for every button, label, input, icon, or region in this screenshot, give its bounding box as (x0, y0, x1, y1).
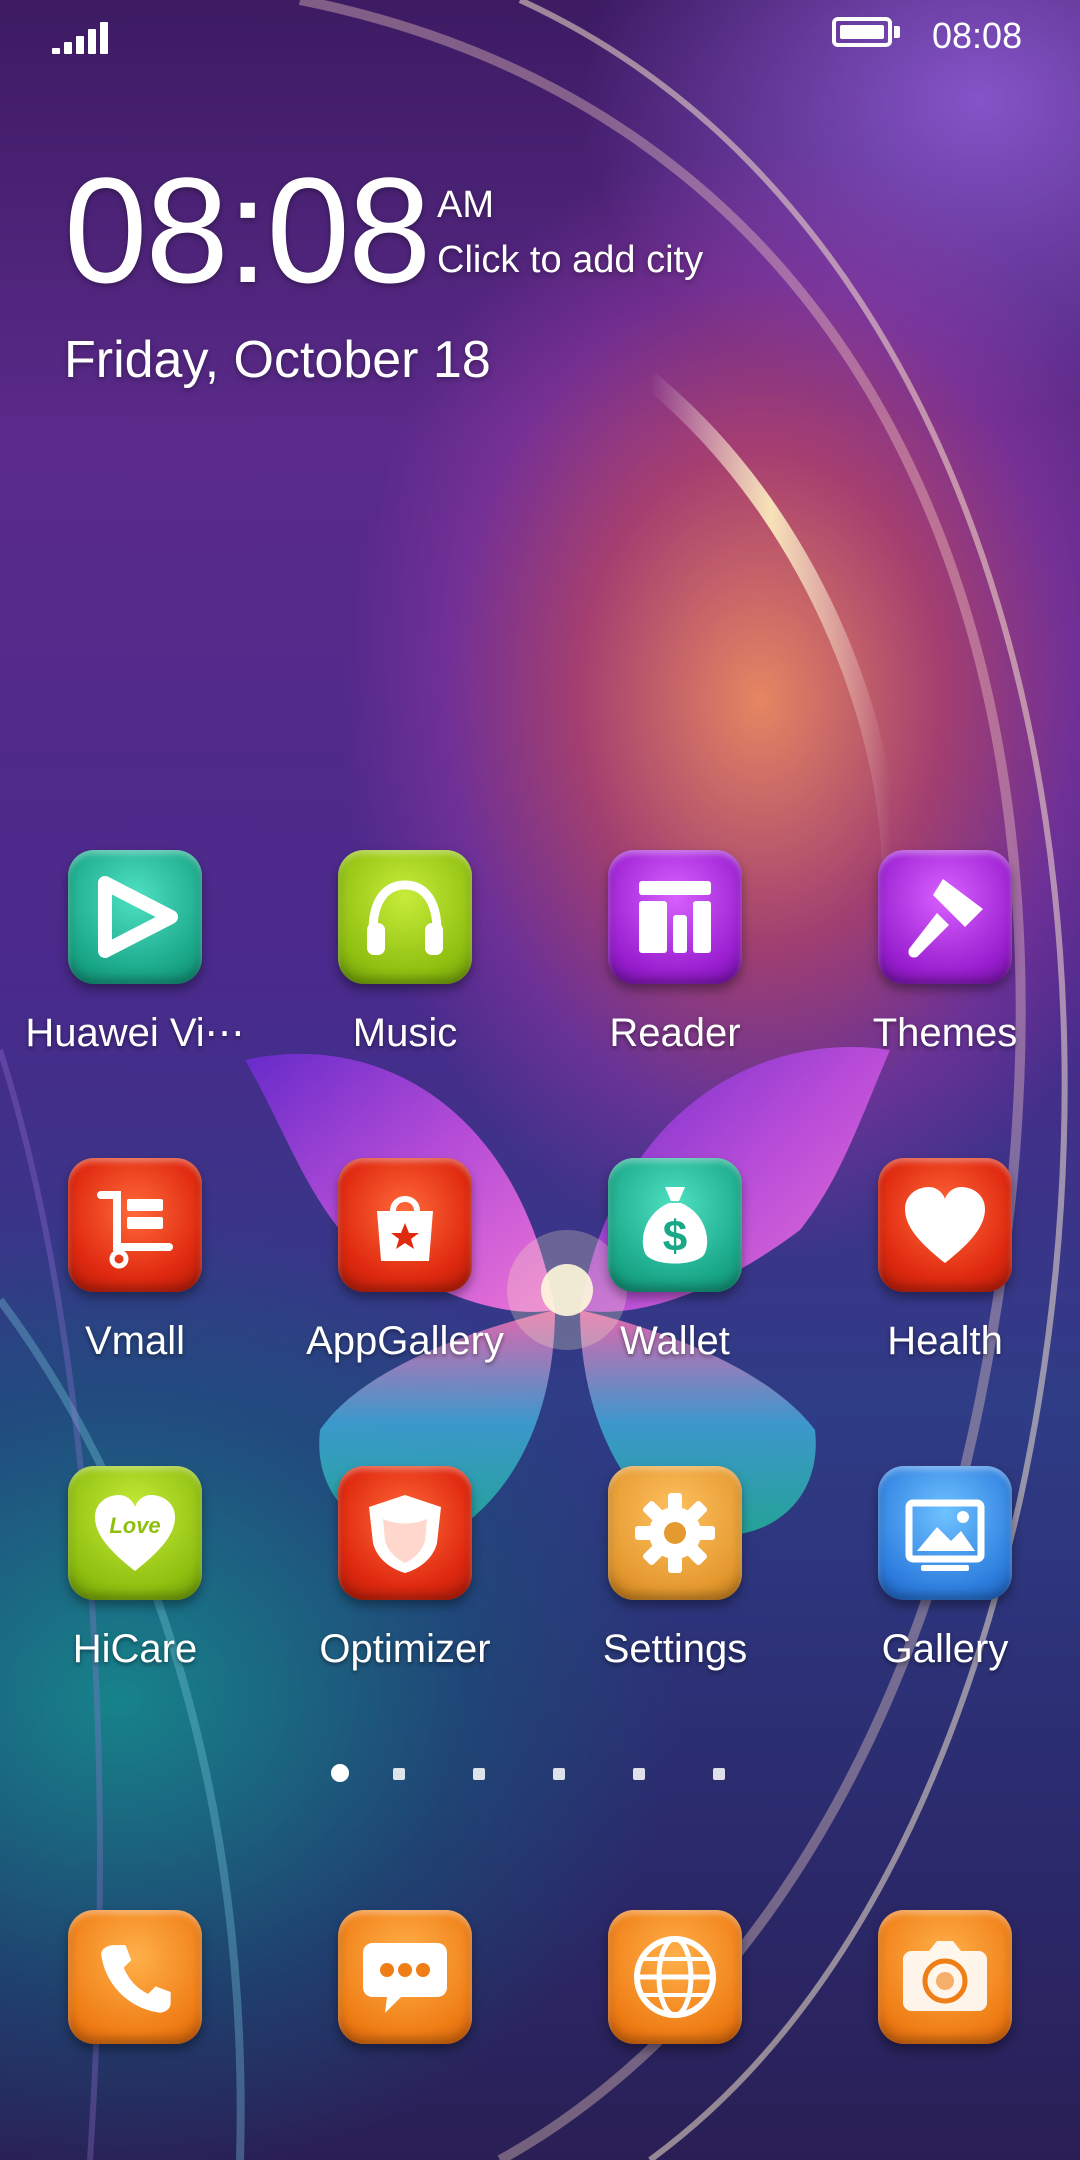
app-huawei-video[interactable]: Huawei Vi⋯ (0, 850, 270, 1090)
app-reader[interactable]: Reader (540, 850, 810, 1090)
camera-icon (878, 1910, 1012, 2044)
dock-messages[interactable] (270, 1910, 540, 2050)
money-bag-icon: $ (608, 1158, 742, 1292)
clock-time[interactable]: 08:08 (64, 150, 431, 310)
page-dot[interactable] (393, 1768, 405, 1780)
app-gallery[interactable]: Gallery (810, 1466, 1080, 1706)
app-label: Reader (609, 1011, 741, 1055)
app-wallet[interactable]: $ Wallet (540, 1158, 810, 1398)
battery-full-icon (832, 17, 902, 51)
app-label: Wallet (620, 1319, 730, 1363)
svg-text:Love: Love (109, 1513, 160, 1538)
shopping-bag-icon (338, 1158, 472, 1292)
signal-bars-icon (52, 18, 112, 54)
status-bar: 08:08 (0, 0, 1080, 70)
app-hicare[interactable]: Love HiCare (0, 1466, 270, 1706)
page-indicator[interactable] (0, 1762, 1080, 1786)
clock-date[interactable]: Friday, October 18 (64, 330, 491, 390)
app-settings[interactable]: Settings (540, 1466, 810, 1706)
app-label: HiCare (72, 1627, 198, 1671)
phone-icon (68, 1910, 202, 2044)
app-health[interactable]: Health (810, 1158, 1080, 1398)
app-label: Health (887, 1319, 1003, 1363)
browser-globe-icon (608, 1910, 742, 2044)
gear-icon (608, 1466, 742, 1600)
dock-browser[interactable] (540, 1910, 810, 2050)
app-label: Music (352, 1011, 458, 1055)
app-appgallery[interactable]: AppGallery (270, 1158, 540, 1398)
page-dot[interactable] (331, 1764, 349, 1782)
app-themes[interactable]: Themes (810, 850, 1080, 1090)
paintbrush-icon (878, 850, 1012, 984)
clock-ampm: AM (437, 184, 494, 226)
dock-phone[interactable] (0, 1910, 270, 2050)
app-label: Settings (602, 1627, 748, 1671)
app-label: Themes (872, 1011, 1018, 1055)
app-vmall[interactable]: Vmall (0, 1158, 270, 1398)
message-icon (338, 1910, 472, 2044)
picture-icon (878, 1466, 1012, 1600)
book-icon (608, 850, 742, 984)
love-heart-icon: Love (68, 1466, 202, 1600)
heart-icon (878, 1158, 1012, 1292)
svg-text:$: $ (663, 1212, 687, 1261)
dock-camera[interactable] (810, 1910, 1080, 2050)
app-label: Gallery (881, 1627, 1009, 1671)
app-optimizer[interactable]: Optimizer (270, 1466, 540, 1706)
status-time: 08:08 (932, 15, 1023, 56)
app-label: Optimizer (319, 1627, 491, 1671)
page-dot[interactable] (473, 1768, 485, 1780)
app-label: AppGallery (306, 1319, 504, 1363)
page-dot[interactable] (713, 1768, 725, 1780)
headphones-icon (338, 850, 472, 984)
cart-icon (68, 1158, 202, 1292)
play-icon (68, 850, 202, 984)
page-dot[interactable] (553, 1768, 565, 1780)
app-music[interactable]: Music (270, 850, 540, 1090)
app-label: Vmall (84, 1319, 186, 1363)
shield-icon (338, 1466, 472, 1600)
add-city-link[interactable]: Click to add city (437, 238, 703, 282)
clock-widget[interactable]: 08:08 AM Click to add city Friday, Octob… (64, 150, 864, 410)
app-label: Huawei Vi⋯ (25, 1011, 245, 1055)
page-dot[interactable] (633, 1768, 645, 1780)
